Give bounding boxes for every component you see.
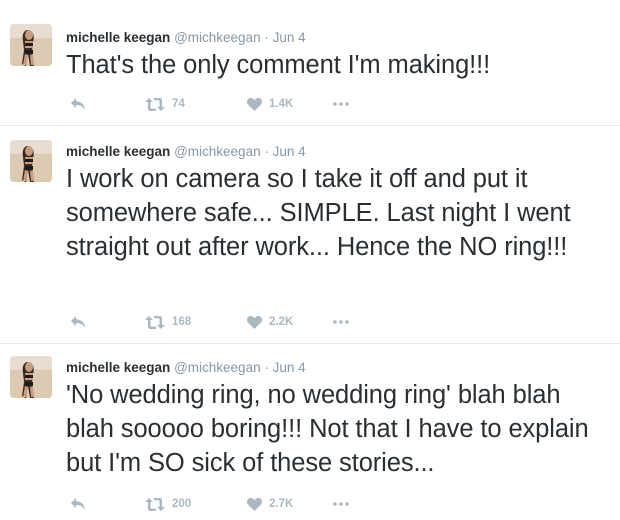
retweet-icon	[145, 97, 165, 111]
retweet-icon	[145, 497, 165, 511]
heart-icon	[247, 97, 262, 111]
reply-button[interactable]	[70, 313, 86, 331]
more-button[interactable]	[333, 313, 349, 331]
author-handle[interactable]: @michkeegan	[174, 30, 261, 45]
tweet[interactable]: michelle keegan @michkeegan · Jun 4 'No …	[0, 344, 620, 520]
tweet-date[interactable]: Jun 4	[273, 30, 306, 45]
like-button[interactable]: 2.7K	[247, 495, 293, 513]
avatar[interactable]	[10, 356, 52, 398]
tweet-header: michelle keegan @michkeegan · Jun 4	[66, 144, 306, 160]
more-button[interactable]	[333, 495, 349, 513]
avatar-photo	[10, 356, 52, 398]
author-handle[interactable]: @michkeegan	[174, 144, 261, 159]
tweet[interactable]: michelle keegan @michkeegan · Jun 4 That…	[0, 0, 620, 126]
author-name[interactable]: michelle keegan	[66, 360, 170, 375]
reply-button[interactable]	[70, 95, 86, 113]
retweet-count: 168	[172, 316, 192, 328]
tweet-header: michelle keegan @michkeegan · Jun 4	[66, 30, 306, 46]
like-count: 2.2K	[269, 316, 294, 328]
retweet-count: 74	[172, 98, 185, 110]
header-separator: ·	[264, 30, 269, 45]
reply-icon	[71, 98, 85, 110]
avatar[interactable]	[10, 24, 52, 66]
tweet-date[interactable]: Jun 4	[273, 360, 306, 375]
tweet-text: I work on camera so I take it off and pu…	[66, 165, 571, 261]
header-separator: ·	[264, 144, 269, 159]
retweet-icon	[145, 315, 165, 329]
tweet-date[interactable]: Jun 4	[273, 144, 306, 159]
retweet-button[interactable]: 74	[145, 95, 185, 113]
tweet[interactable]: michelle keegan @michkeegan · Jun 4 I wo…	[0, 126, 620, 344]
tweet-text: 'No wedding ring, no wedding ring' blah …	[66, 381, 589, 477]
tweet-actions: 74 1.4K	[66, 95, 386, 113]
tweet-header: michelle keegan @michkeegan · Jun 4	[66, 360, 306, 376]
heart-icon	[247, 315, 262, 329]
retweet-button[interactable]: 200	[145, 495, 191, 513]
more-icon	[333, 102, 349, 106]
retweet-button[interactable]: 168	[145, 313, 191, 331]
more-icon	[333, 502, 349, 506]
retweet-count: 200	[172, 498, 192, 510]
more-icon	[333, 320, 349, 324]
avatar[interactable]	[10, 140, 52, 182]
like-button[interactable]: 1.4K	[247, 95, 293, 113]
tweet-text: That's the only comment I'm making!!!	[66, 51, 491, 79]
like-button[interactable]: 2.2K	[247, 313, 293, 331]
tweet-actions: 168 2.2K	[66, 313, 386, 331]
header-separator: ·	[264, 360, 269, 375]
heart-icon	[247, 497, 262, 511]
author-name[interactable]: michelle keegan	[66, 144, 170, 159]
avatar-photo	[10, 140, 52, 182]
author-name[interactable]: michelle keegan	[66, 30, 170, 45]
author-handle[interactable]: @michkeegan	[174, 360, 261, 375]
like-count: 1.4K	[269, 98, 294, 110]
reply-button[interactable]	[70, 495, 86, 513]
more-button[interactable]	[333, 95, 349, 113]
like-count: 2.7K	[269, 498, 294, 510]
tweet-timeline: michelle keegan @michkeegan · Jun 4 That…	[0, 0, 620, 520]
reply-icon	[71, 316, 85, 328]
avatar-photo	[10, 24, 52, 66]
reply-icon	[71, 498, 85, 510]
tweet-actions: 200 2.7K	[66, 495, 386, 513]
